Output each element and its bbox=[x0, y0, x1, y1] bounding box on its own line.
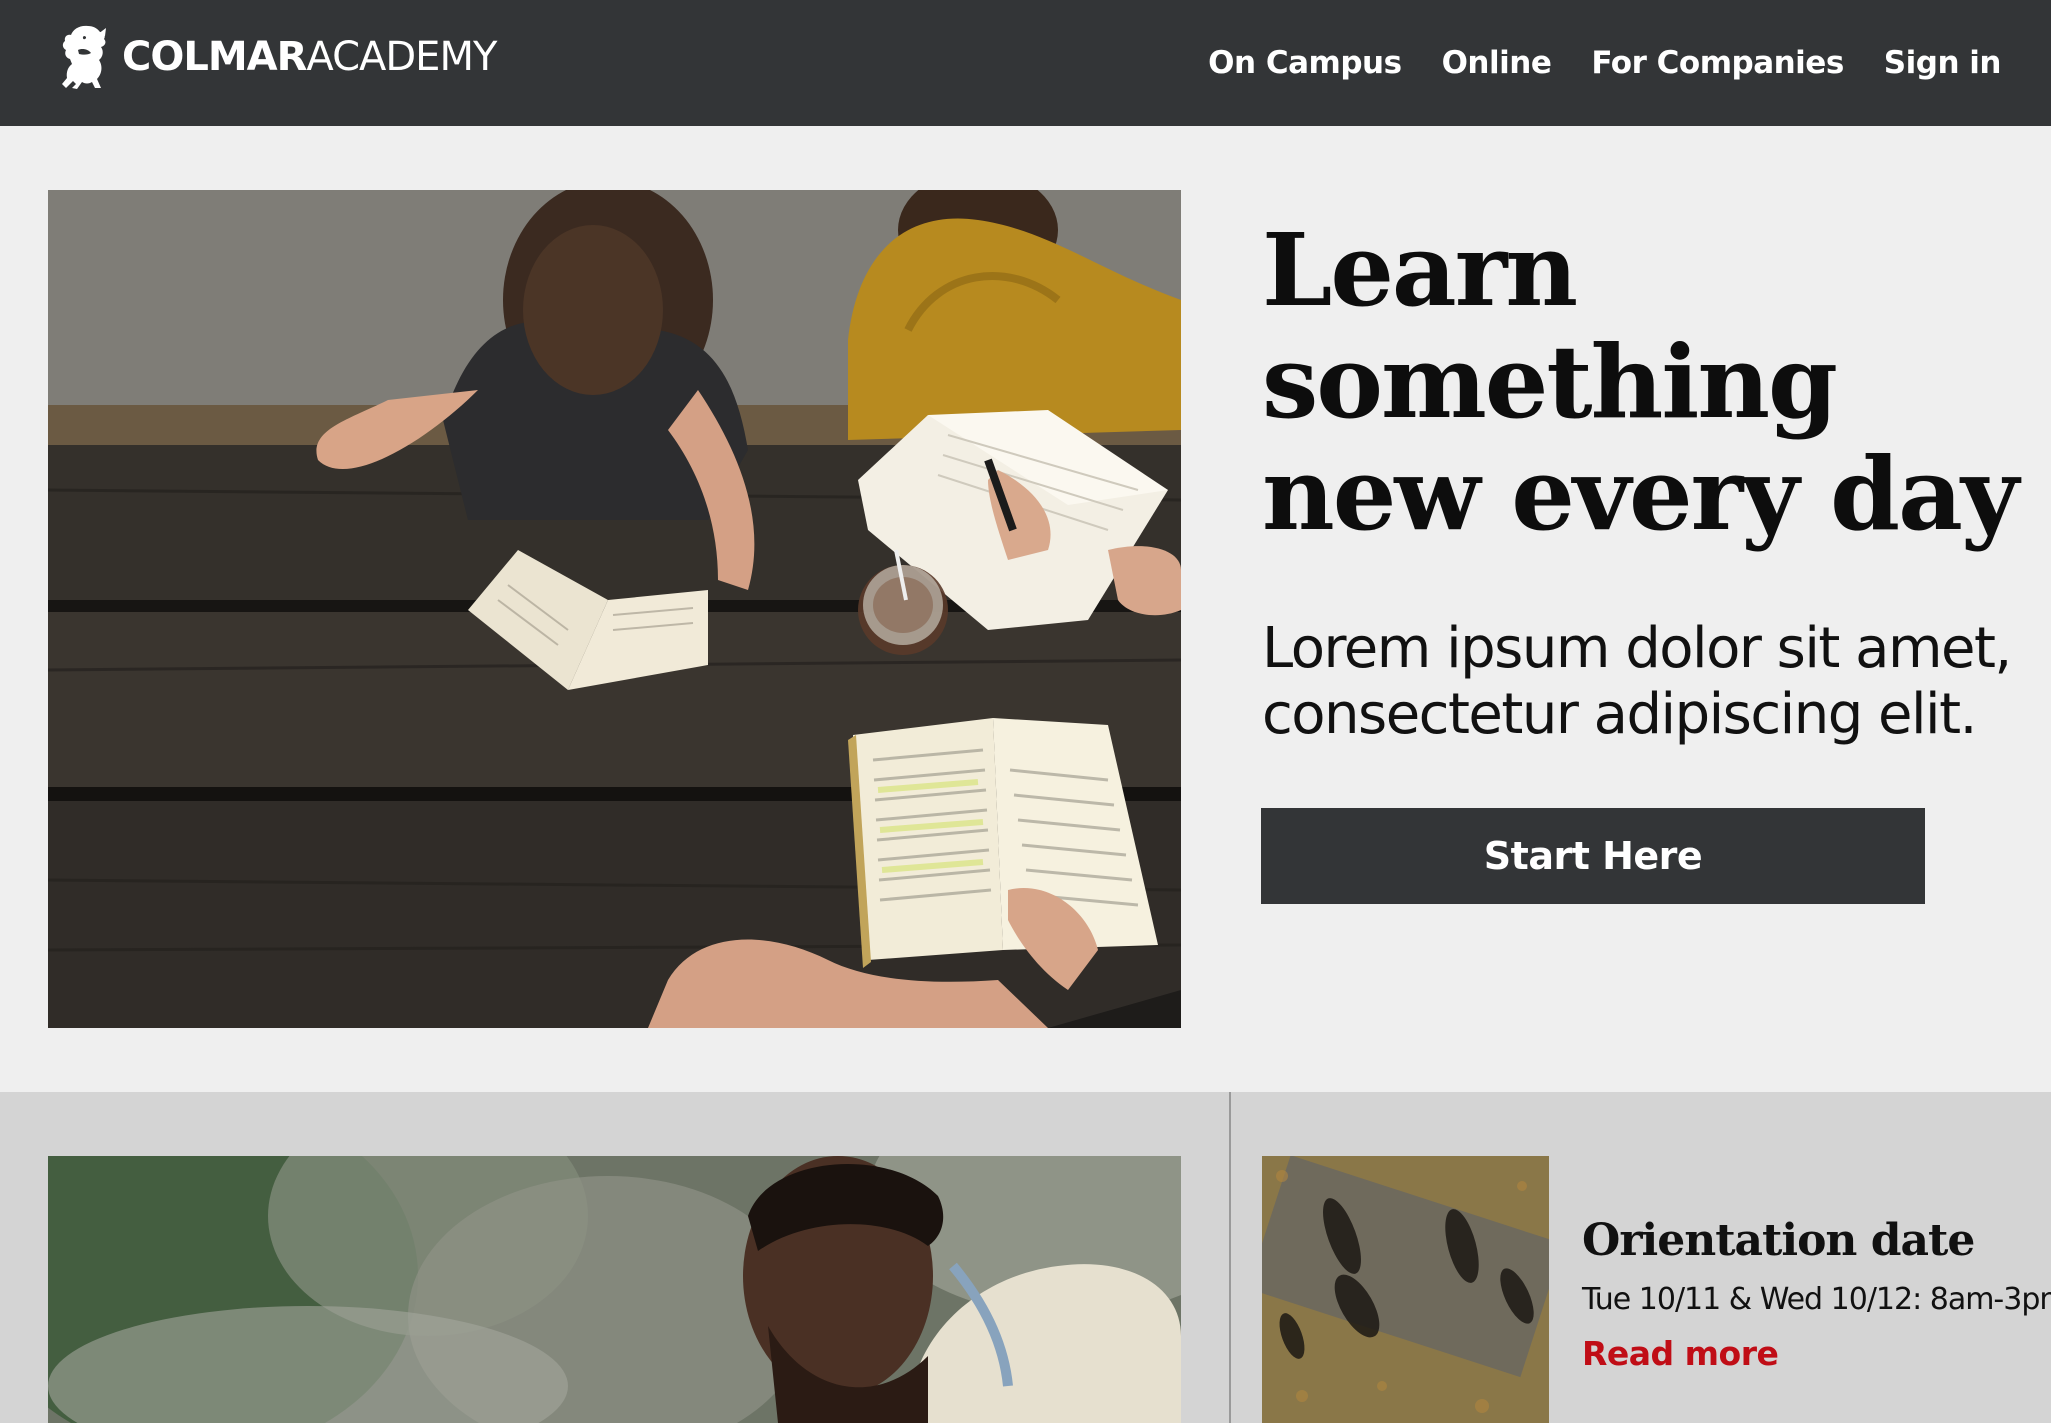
hero-title-line-3: new every day bbox=[1262, 435, 2019, 553]
read-more-link[interactable]: Read more bbox=[1582, 1334, 1779, 1373]
feature-image-student-outdoors bbox=[48, 1156, 1181, 1423]
section-divider bbox=[1229, 1092, 1231, 1423]
hero-title-line-1: Learn bbox=[1262, 211, 1578, 329]
hero-copy: Learn something new every day Lorem ipsu… bbox=[1262, 214, 2051, 748]
hero-section: Learn something new every day Lorem ipsu… bbox=[0, 126, 2051, 1092]
main-nav: On Campus Online For Companies Sign in bbox=[1168, 0, 2001, 126]
nav-online[interactable]: Online bbox=[1442, 45, 1552, 81]
brand-wordmark-bold: COLMAR bbox=[122, 34, 307, 80]
event-date: Tue 10/11 & Wed 10/12: 8am-3pm bbox=[1582, 1282, 2051, 1317]
hero-title: Learn something new every day bbox=[1262, 214, 2051, 550]
hero-subtitle-line-2: consectetur adipiscing elit. bbox=[1262, 682, 1977, 747]
brand-logo-link[interactable]: COLMARACADEMY bbox=[58, 24, 497, 90]
event-title: Orientation date bbox=[1582, 1215, 1975, 1266]
event-info: Orientation date Tue 10/11 & Wed 10/12: … bbox=[1582, 1212, 2051, 1373]
brand-wordmark: COLMARACADEMY bbox=[122, 34, 497, 80]
nav-for-companies[interactable]: For Companies bbox=[1591, 45, 1844, 81]
start-here-button[interactable]: Start Here bbox=[1261, 808, 1925, 904]
lower-section: Orientation date Tue 10/11 & Wed 10/12: … bbox=[0, 1092, 2051, 1423]
hero-image-students-studying bbox=[48, 190, 1181, 1028]
nav-sign-in[interactable]: Sign in bbox=[1884, 45, 2002, 81]
nav-on-campus[interactable]: On Campus bbox=[1208, 45, 1402, 81]
hero-subtitle: Lorem ipsum dolor sit amet, consectetur … bbox=[1262, 616, 2051, 748]
lion-logo-icon bbox=[58, 24, 108, 90]
hero-title-line-2: something bbox=[1262, 323, 1838, 441]
event-thumbnail-image bbox=[1262, 1156, 1549, 1423]
brand-wordmark-light: ACADEMY bbox=[306, 34, 497, 80]
site-header: COLMARACADEMY On Campus Online For Compa… bbox=[0, 0, 2051, 126]
hero-subtitle-line-1: Lorem ipsum dolor sit amet, bbox=[1262, 616, 2012, 681]
